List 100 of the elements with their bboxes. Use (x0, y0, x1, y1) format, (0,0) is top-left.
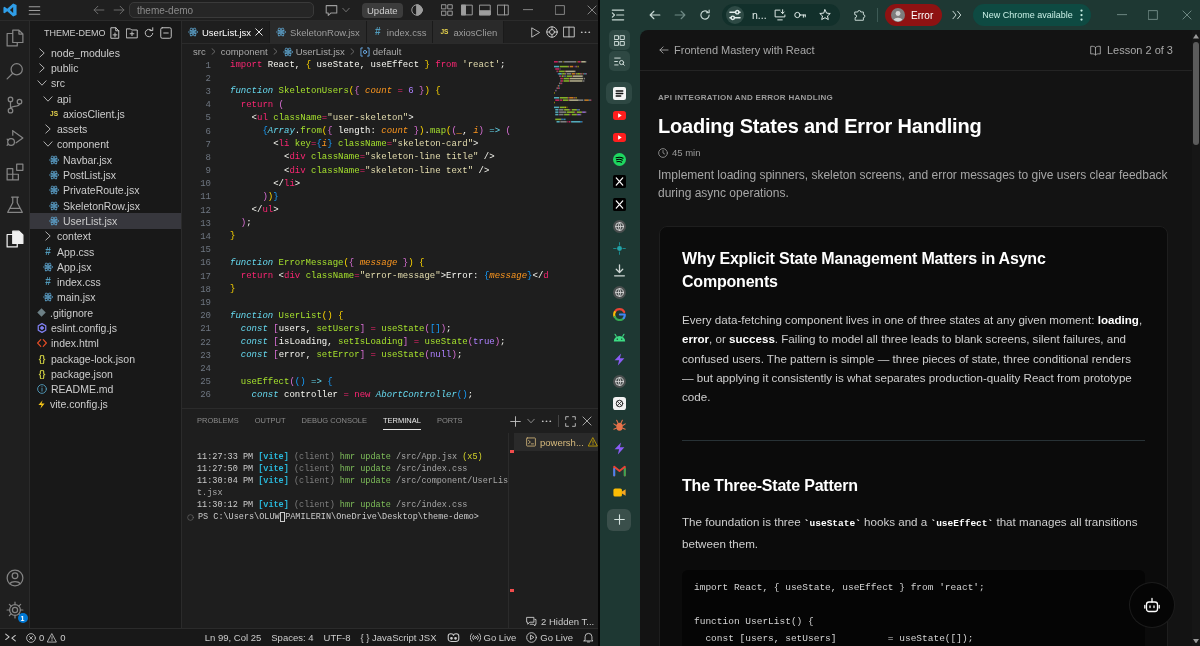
terminal-item[interactable]: powersh... (514, 433, 598, 451)
account-icon[interactable] (5, 569, 24, 587)
folder-item[interactable]: assets (30, 121, 181, 137)
file-item[interactable]: index.html (30, 335, 181, 351)
status-item[interactable]: UTF-8 (323, 629, 351, 646)
play-bug-icon[interactable] (5, 129, 24, 148)
atom-icon (49, 200, 59, 211)
file-item[interactable]: main.jsx (30, 289, 181, 306)
back-link[interactable]: Frontend Mastery with React (659, 44, 815, 56)
settings-icon[interactable] (5, 601, 24, 619)
file-item[interactable]: App.jsx (30, 259, 181, 275)
command-center[interactable]: theme-demo (129, 2, 314, 18)
flask-icon[interactable] (5, 196, 24, 215)
folder-item[interactable]: component (30, 136, 181, 153)
search-icon[interactable] (5, 62, 24, 81)
update-button[interactable]: Update (362, 2, 403, 18)
chat-icon[interactable] (325, 3, 338, 17)
sidebar-right-icon[interactable] (496, 4, 509, 16)
panel-bottom-icon[interactable] (478, 4, 491, 16)
folder-item[interactable]: src (30, 75, 181, 91)
file-item[interactable]: UserList.jsx (30, 213, 181, 229)
scroll-down-icon[interactable] (1193, 638, 1199, 643)
half-circle-icon[interactable] (410, 4, 423, 16)
file-item[interactable]: # index.css (30, 274, 181, 290)
sidebar-toggle-icon[interactable] (611, 8, 625, 22)
file-item[interactable]: PrivateRoute.jsx (30, 182, 181, 198)
star-icon[interactable] (819, 9, 831, 21)
maximize-icon[interactable] (554, 5, 565, 15)
file-item[interactable]: Navbar.jsx (30, 152, 181, 168)
problems-status[interactable]: 0 0 (26, 629, 66, 646)
hidden-terminals-button[interactable]: 2 Hidden T... (514, 614, 598, 628)
files-icon[interactable] (5, 28, 24, 47)
install-icon[interactable] (774, 9, 786, 21)
file-item[interactable]: {} package-lock.json (30, 350, 181, 367)
run-icon[interactable] (530, 26, 541, 38)
file-item[interactable]: README.md (30, 381, 181, 397)
folder-item[interactable]: node_modules (30, 45, 181, 61)
collapse-icon[interactable] (160, 27, 172, 39)
more-icon[interactable] (541, 419, 552, 423)
new-folder-icon[interactable] (126, 27, 138, 39)
breadcrumb-item[interactable]: UserList.jsx (282, 46, 345, 57)
folder-item[interactable]: api (30, 90, 181, 107)
status-item[interactable]: Spaces: 4 (271, 629, 314, 646)
profile-button[interactable]: Error (885, 4, 943, 26)
double-chevron-icon[interactable] (952, 10, 963, 20)
maximize-icon[interactable] (1148, 10, 1158, 20)
new-tab-button[interactable] (607, 508, 631, 531)
tune-icon[interactable] (726, 6, 744, 24)
file-item[interactable]: PostList.jsx (30, 167, 181, 183)
minimize-icon[interactable] (1117, 14, 1127, 16)
scroll-up-icon[interactable] (1193, 34, 1199, 39)
status-item[interactable]: { } JavaScript JSX (360, 629, 437, 646)
file-item[interactable]: {} package.json (30, 366, 181, 382)
goggles-icon[interactable] (446, 631, 460, 644)
breadcrumb-item[interactable]: component (220, 46, 268, 57)
folder-item[interactable]: public (30, 60, 181, 76)
new-file-icon[interactable] (109, 27, 121, 39)
editor-tab[interactable]: # index.css (366, 21, 434, 43)
close-icon[interactable] (582, 416, 592, 426)
plus-icon[interactable] (510, 415, 521, 427)
apps-button[interactable] (608, 30, 630, 50)
status-item[interactable]: Ln 99, Col 25 (204, 629, 262, 646)
file-item[interactable]: SkeletonRow.jsx (30, 197, 181, 214)
address-bar[interactable]: n... (722, 4, 840, 26)
refresh-icon[interactable] (143, 27, 155, 39)
more-icon[interactable] (580, 30, 591, 34)
file-item[interactable]: .gitignore (30, 305, 181, 321)
arrow-right-icon[interactable] (674, 9, 686, 21)
remote-icon[interactable] (5, 632, 16, 643)
pages-icon[interactable] (5, 229, 24, 248)
knot-icon[interactable] (546, 26, 558, 38)
update-pill[interactable]: New Chrome available (973, 4, 1091, 26)
key-icon[interactable] (794, 9, 806, 21)
bell-icon[interactable] (583, 632, 594, 643)
vertical-tab[interactable] (606, 82, 632, 105)
scroll-thumb[interactable] (1193, 41, 1199, 145)
minimap[interactable] (554, 61, 592, 124)
editor-tab[interactable]: SkeletonRow.jsx (270, 21, 367, 43)
minimize-icon[interactable] (522, 9, 533, 11)
breadcrumb-item[interactable]: src (193, 46, 206, 57)
menu-icon[interactable] (28, 3, 41, 17)
tab-search-button[interactable] (608, 51, 630, 71)
branch-icon[interactable] (5, 95, 24, 114)
file-item[interactable]: vite.config.js (30, 396, 181, 413)
file-item[interactable]: # App.css (30, 243, 181, 260)
arrow-right-icon[interactable] (113, 4, 125, 16)
go-live-button[interactable]: Go Live (469, 629, 517, 646)
maximize-icon[interactable] (565, 415, 576, 427)
split-editor-icon[interactable] (563, 26, 575, 38)
grid-layout-icon[interactable] (440, 4, 453, 16)
chevron-down-icon[interactable] (527, 417, 535, 425)
folder-item[interactable]: context (30, 228, 181, 244)
chatbot-button[interactable] (1130, 583, 1174, 627)
sidebar-left-icon[interactable] (460, 4, 473, 16)
file-item[interactable]: eslint.config.js (30, 320, 181, 336)
go-live-button[interactable]: Go Live (526, 629, 573, 646)
puzzle-icon[interactable] (854, 9, 866, 21)
blocks-icon[interactable] (5, 162, 24, 181)
reload-icon[interactable] (699, 9, 711, 21)
breadcrumb-item[interactable]: default (359, 46, 402, 57)
